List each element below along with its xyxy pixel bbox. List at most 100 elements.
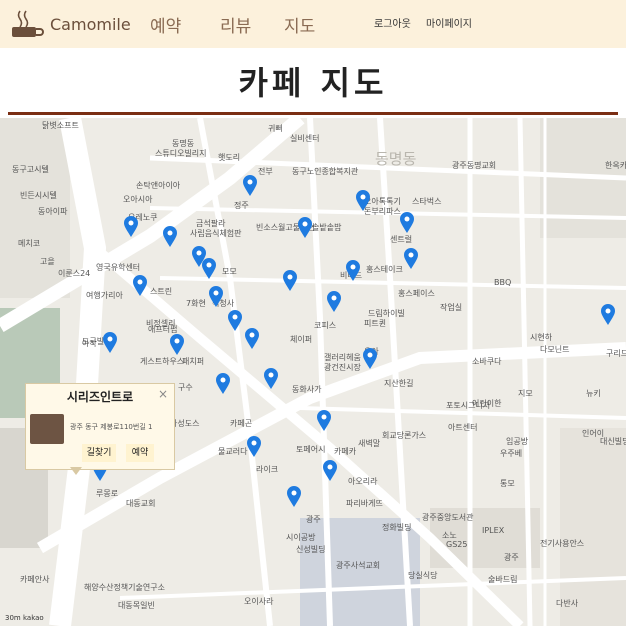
map-label: 당실식당 [408, 571, 438, 580]
map-label: 전부 [258, 167, 273, 176]
map-label: 이룬스24 [58, 269, 91, 278]
map-label: 다반사 [556, 599, 579, 608]
cafe-marker-icon[interactable] [243, 175, 257, 197]
map-label: 홍스페이스 [398, 289, 435, 298]
map-label: 술바드림 [488, 575, 518, 584]
map-label: 구리드 [606, 349, 626, 358]
map-label: 한옥카 [605, 161, 626, 170]
map-label: 통모 [500, 479, 515, 488]
cafe-marker-icon[interactable] [400, 212, 414, 234]
map-label: 스타벅스 [412, 197, 442, 206]
directions-button[interactable]: 길찾기 [82, 444, 116, 462]
map-label: 센트럴 [390, 235, 413, 244]
map-label: 토페어시 [296, 445, 326, 454]
cafe-marker-icon[interactable] [124, 216, 138, 238]
cafe-marker-icon[interactable] [247, 436, 261, 458]
map-label: 지산한길 [384, 379, 414, 388]
cafe-marker-icon[interactable] [283, 270, 297, 292]
top-navigation: Camomile 예약 리뷰 지도 로그아웃 마이페이지 [0, 0, 626, 48]
map-label: 뉴키 [586, 389, 601, 398]
cafe-marker-icon[interactable] [601, 304, 615, 326]
cafe-marker-icon[interactable] [317, 410, 331, 432]
map-label: 체이퍼 [290, 335, 313, 344]
map-label: 홍스테이크 [366, 265, 403, 274]
map-label: 오이사라 [244, 597, 274, 606]
cafe-marker-icon[interactable] [264, 368, 278, 390]
map-label: IPLEX [482, 526, 505, 535]
popup-pointer [70, 467, 82, 475]
cafe-marker-icon[interactable] [327, 291, 341, 313]
map-label: 동구노인종합복지관 [292, 167, 359, 176]
map-label: 스트린 [150, 287, 173, 296]
cafe-marker-icon[interactable] [216, 373, 230, 395]
nav-reservation[interactable]: 예약 [150, 12, 181, 37]
map-label: 광주 [306, 515, 321, 524]
cafe-marker-icon[interactable] [228, 310, 242, 332]
logout-link[interactable]: 로그아웃 [374, 15, 411, 30]
map-label: 광건진시장 [324, 363, 361, 372]
map-label: 빈든시시텔 [20, 191, 57, 200]
map-label: 빈소스 [256, 223, 279, 232]
logo-text: Camomile [50, 14, 131, 34]
map-label: 루몽로 [96, 489, 119, 498]
map-label: 소바쿠다 [472, 357, 502, 366]
cafe-marker-icon[interactable] [163, 226, 177, 248]
cafe-marker-icon[interactable] [404, 248, 418, 270]
coffee-cup-icon [12, 10, 44, 37]
close-icon[interactable]: × [158, 387, 168, 401]
map-label: 동구고시텔 [12, 165, 49, 174]
scale-label: 30m [5, 614, 21, 622]
cafe-marker-icon[interactable] [363, 348, 377, 370]
mypage-link[interactable]: 마이페이지 [426, 15, 472, 30]
map-label: 해양수산정책기술연구소 [84, 583, 165, 592]
map-label: 구수 [178, 383, 193, 392]
cafe-marker-icon[interactable] [356, 190, 370, 212]
map-label: 인어이 [582, 429, 605, 438]
map-label: 카페안사 [20, 575, 50, 584]
cafe-marker-icon[interactable] [298, 217, 312, 239]
map-label: 피트퀸 [364, 319, 387, 328]
map-label: 동아이파 [38, 207, 68, 216]
cafe-marker-icon[interactable] [209, 286, 223, 308]
map-label: 대동목일빈 [118, 601, 155, 610]
popup-address: 광주 동구 제봉로110번길 1 [70, 423, 153, 431]
map-label: 손탁앤아이아 [136, 181, 181, 190]
map-label: 지모 [518, 389, 533, 398]
map-label: 카페카 [334, 447, 357, 456]
cafe-photo [30, 414, 64, 444]
map-label: 파리바게뜨 [346, 499, 383, 508]
map-label: 우주베 [500, 449, 523, 458]
map-label: 정화빌딩 [382, 523, 412, 532]
map-scale: 30m kakao [5, 614, 44, 622]
cafe-marker-icon[interactable] [245, 328, 259, 350]
map-label: 신성빌딩 [296, 545, 326, 554]
title-divider [8, 112, 618, 115]
map-label: 실비센터 [290, 134, 320, 143]
map-label: 아오리라 [348, 477, 378, 486]
map-label: 대동교회 [126, 499, 156, 508]
district-label: 동명동 [375, 150, 417, 168]
map-label: 임공방 [506, 437, 529, 446]
nav-review[interactable]: 리뷰 [220, 12, 251, 37]
map-label: 메치코 [18, 239, 41, 248]
logo[interactable]: Camomile [8, 6, 148, 42]
cafe-marker-icon[interactable] [133, 275, 147, 297]
cafe-marker-icon[interactable] [323, 460, 337, 482]
map-label: 정주 [234, 201, 249, 210]
cafe-marker-icon[interactable] [170, 334, 184, 356]
cafe-marker-icon[interactable] [287, 486, 301, 508]
cafe-map[interactable]: 동명동 닭볏소프트 동명동 스튜디오빌리지 귀뻐 실비센터 광주동명교회 한옥카… [0, 118, 626, 626]
map-label: 닭볏소프트 [42, 121, 79, 130]
map-label: 시이공방 [286, 533, 316, 542]
cafe-marker-icon[interactable] [202, 258, 216, 280]
cafe-marker-icon[interactable] [346, 260, 360, 282]
map-label: 동화사가 [292, 385, 322, 394]
nav-map[interactable]: 지도 [284, 12, 315, 37]
map-label: 광주중앙도서관 [422, 513, 474, 522]
title-section: 카페 지도 [0, 48, 626, 112]
map-label: 게스트하우스 [140, 357, 185, 366]
map-label: 시현하 [530, 333, 553, 342]
map-label: 오아시아 [123, 195, 153, 204]
cafe-marker-icon[interactable] [103, 332, 117, 354]
reserve-button[interactable]: 예약 [126, 444, 154, 462]
